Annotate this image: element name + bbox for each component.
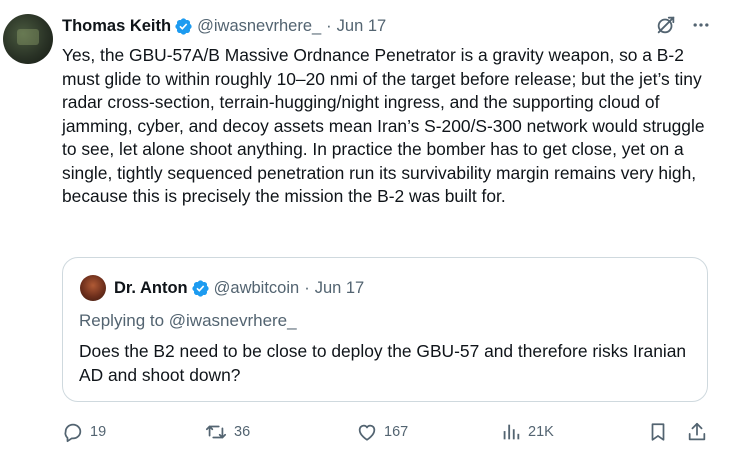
quoted-tweet-header: Dr. Anton @awbitcoin · Jun 17	[80, 275, 364, 301]
like-button[interactable]: 167	[356, 421, 408, 443]
separator-dot: ·	[326, 16, 332, 35]
tweet-action-bar: 19 36 167 21K	[62, 421, 722, 443]
quoted-author-name: Dr. Anton	[114, 278, 188, 297]
more-icon[interactable]	[691, 15, 711, 40]
reply-count: 19	[90, 424, 107, 440]
separator-dot: ·	[304, 278, 310, 297]
bookmark-button[interactable]	[647, 421, 669, 443]
tweet-header: Thomas Keith @iwasnevrhere_ · Jun 17	[62, 15, 386, 37]
tweet-date[interactable]: Jun 17	[337, 17, 387, 36]
share-button[interactable]	[686, 421, 708, 443]
author-handle[interactable]: @iwasnevrhere_	[197, 17, 321, 36]
like-icon	[356, 421, 378, 443]
views-count: 21K	[528, 424, 554, 440]
quoted-tweet-date: Jun 17	[314, 278, 365, 297]
quoted-author-handle: @awbitcoin	[213, 278, 300, 297]
tweet-text: Yes, the GBU-57A/B Massive Ordnance Pene…	[62, 45, 705, 206]
share-icon	[686, 421, 708, 443]
repost-count: 36	[234, 424, 251, 440]
repost-icon	[204, 421, 228, 443]
bookmark-icon	[647, 421, 669, 443]
verified-badge-icon	[191, 279, 210, 298]
quoted-author-avatar	[80, 275, 106, 301]
tweet-top-actions	[655, 14, 711, 41]
author-name[interactable]: Thomas Keith	[62, 17, 171, 36]
like-count: 167	[384, 424, 409, 440]
quoted-tweet[interactable]: Dr. Anton @awbitcoin · Jun 17 Replying t…	[62, 257, 708, 402]
views-button[interactable]: 21K	[500, 421, 554, 443]
replying-to-label: Replying to @iwasnevrhere_	[79, 311, 297, 330]
views-icon	[500, 421, 522, 443]
author-avatar[interactable]	[3, 14, 53, 64]
reply-button[interactable]: 19	[62, 421, 106, 443]
verified-badge-icon	[174, 17, 193, 36]
quoted-tweet-text: Does the B2 need to be close to deploy t…	[79, 341, 687, 385]
grok-icon[interactable]	[655, 14, 677, 41]
repost-button[interactable]: 36	[204, 421, 250, 443]
reply-icon	[62, 421, 84, 443]
